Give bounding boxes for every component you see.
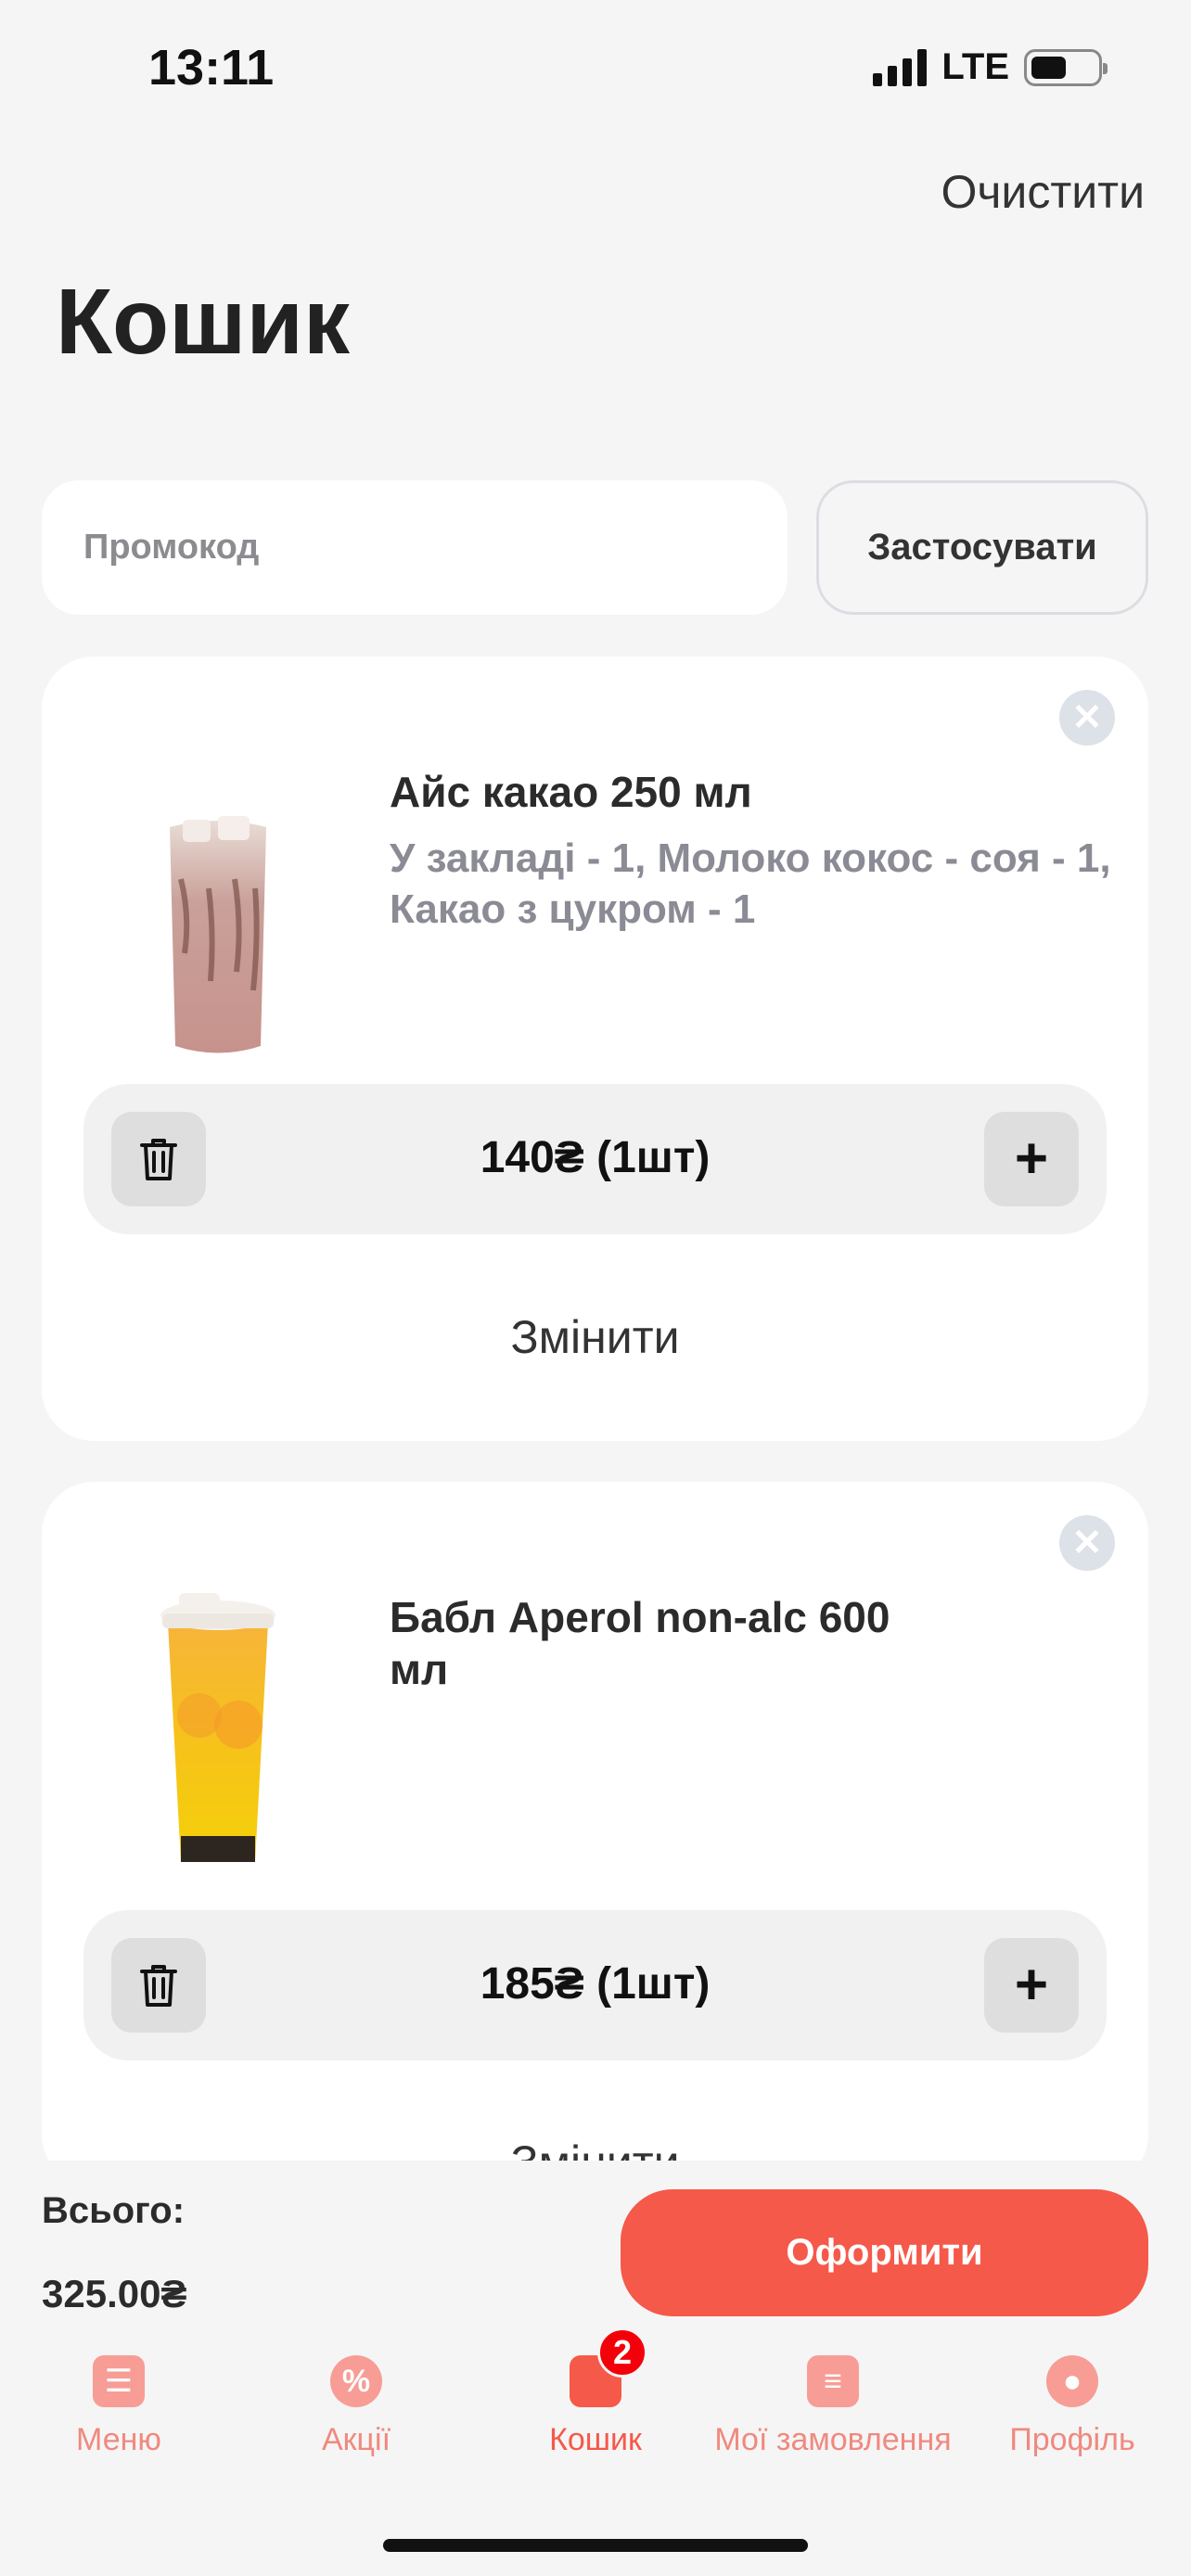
- tab-cart[interactable]: 2 Кошик: [477, 2327, 714, 2458]
- increase-quantity-button[interactable]: +: [984, 1938, 1079, 2033]
- discount-icon: %: [330, 2355, 382, 2407]
- profile-icon: ●: [1046, 2355, 1098, 2407]
- tab-orders[interactable]: ≡ Мої замовлення: [714, 2355, 952, 2458]
- tab-menu[interactable]: ☰ Меню: [0, 2355, 237, 2458]
- product-name: Айс какао 250 мл: [390, 768, 752, 816]
- price-quantity: 140₴ (1шт): [480, 1133, 711, 1182]
- cart-badge: 2: [597, 2327, 647, 2378]
- tab-profile[interactable]: ● Профіль: [954, 2355, 1191, 2458]
- quantity-bar: 140₴ (1шт) +: [83, 1084, 1107, 1234]
- receipt-icon: ≡: [807, 2355, 859, 2407]
- status-indicators: LTE: [873, 46, 1108, 88]
- home-indicator: [383, 2539, 808, 2552]
- increase-quantity-button[interactable]: +: [984, 1112, 1079, 1206]
- cart-screen: 13:11 LTE Очистити Кошик Застосувати ✕: [0, 0, 1191, 2576]
- promo-code-input[interactable]: [42, 480, 788, 615]
- tab-label: Профіль: [1009, 2422, 1135, 2457]
- remove-item-icon[interactable]: ✕: [1059, 1515, 1115, 1571]
- cart-item-card: ✕ Бабл Aperol non-alc 600 мл 185₴ (1шт) …: [42, 1482, 1148, 2187]
- checkout-button[interactable]: Оформити: [621, 2189, 1148, 2316]
- battery-icon: [1024, 48, 1108, 86]
- iced-cocoa-image: [170, 816, 266, 1053]
- clear-cart-button[interactable]: Очистити: [941, 165, 1145, 219]
- total-label: Всього:: [42, 2190, 186, 2231]
- menu-icon: ☰: [93, 2355, 145, 2407]
- remove-item-icon[interactable]: ✕: [1059, 690, 1115, 746]
- signal-icon: [873, 48, 928, 86]
- cart-item-card: ✕ Айс какао 250 мл У закладі - 1, Молоко…: [42, 657, 1148, 1441]
- edit-item-button[interactable]: Змінити: [42, 1310, 1148, 1364]
- tab-bar: ☰ Меню % Акції 2 Кошик ≡ Мої замовлення …: [0, 2327, 1191, 2485]
- bubble-tea-image: [160, 1593, 275, 1862]
- price-quantity: 185₴ (1шт): [480, 1959, 711, 2009]
- tab-label: Меню: [76, 2422, 161, 2457]
- status-time: 13:11: [148, 40, 275, 96]
- cart-icon: 2: [570, 2327, 647, 2407]
- tab-promotions[interactable]: % Акції: [237, 2355, 475, 2458]
- apply-promo-button[interactable]: Застосувати: [816, 480, 1148, 615]
- quantity-bar: 185₴ (1шт) +: [83, 1910, 1107, 2060]
- tab-label: Мої замовлення: [714, 2422, 952, 2457]
- page-title: Кошик: [56, 270, 350, 374]
- product-name: Бабл Aperol non-alc 600 мл: [390, 1593, 890, 1693]
- product-options: У закладі - 1, Молоко кокос - соя - 1, К…: [390, 835, 1111, 932]
- network-type: LTE: [941, 46, 1009, 87]
- total-value: 325.00₴: [42, 2272, 187, 2315]
- tab-label: Кошик: [549, 2422, 642, 2457]
- tab-label: Акції: [321, 2422, 391, 2457]
